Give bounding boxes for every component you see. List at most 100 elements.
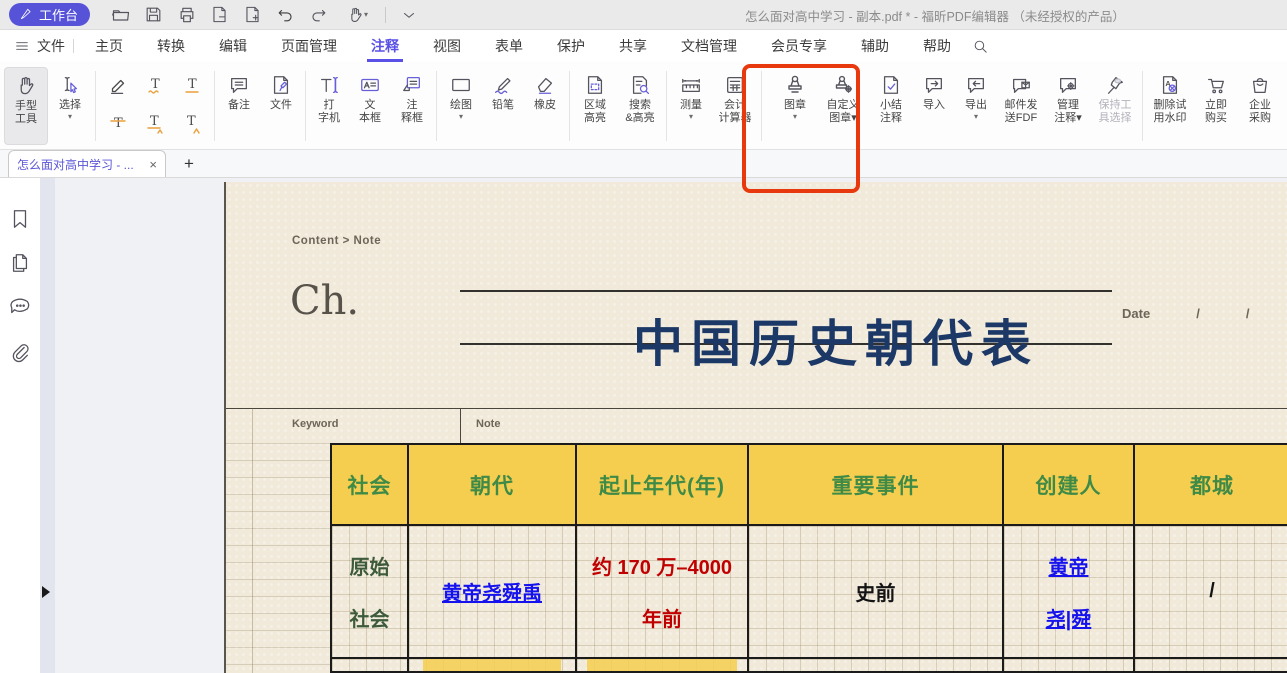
pencil-icon [492, 71, 514, 99]
menu-file[interactable]: 文件 [14, 36, 65, 56]
events-text: 史前 [856, 577, 896, 606]
navigation-rail [0, 178, 40, 673]
menu-form[interactable]: 表单 [491, 30, 527, 62]
email-fdf-label: 邮件发 送FDF [1005, 99, 1038, 125]
save-icon[interactable] [143, 4, 164, 25]
svg-text:T: T [188, 77, 197, 92]
pencil-button[interactable]: 铅笔 [482, 67, 524, 145]
header-society: 社会 [332, 445, 409, 524]
society-line1: 原始 [350, 551, 390, 580]
summary-notes-button[interactable]: 小结 注释 [869, 67, 913, 145]
title-rule-top [460, 290, 1112, 292]
remove-trial-watermark-button[interactable]: A 删除试 用水印 [1146, 67, 1194, 145]
tab-close-icon[interactable]: × [149, 157, 157, 172]
menu-share[interactable]: 共享 [615, 30, 651, 62]
menu-page-management[interactable]: 页面管理 [277, 30, 341, 62]
area-highlight-button[interactable]: 区域 高亮 [573, 67, 617, 145]
typewriter-button[interactable]: 打 字机 [309, 67, 349, 145]
open-folder-icon[interactable] [110, 4, 131, 25]
underline-text-icon[interactable]: T [173, 70, 210, 101]
menu-view[interactable]: 视图 [429, 30, 465, 62]
menu-home[interactable]: 主页 [91, 30, 127, 62]
eraser-button[interactable]: 橡皮 [524, 67, 566, 145]
stamp-button[interactable]: 图章 ▾ [773, 67, 817, 145]
custom-stamp-button[interactable]: 自定义 图章▾ [817, 67, 869, 145]
menu-edit[interactable]: 编辑 [215, 30, 251, 62]
hand-tool-button[interactable]: 手型 工具 [4, 67, 48, 145]
cell-capital: / [1135, 526, 1287, 657]
doc-check-icon [880, 71, 902, 99]
search-highlight-button[interactable]: 搜索 &高亮 [617, 67, 663, 145]
stamp-label: 图章 [784, 99, 806, 112]
buy-now-button[interactable]: 立即 购买 [1194, 67, 1238, 145]
hand-pointer-dropdown-icon[interactable]: ▾ [341, 4, 373, 25]
email-fdf-button[interactable]: 邮件发 送FDF [997, 67, 1045, 145]
textbox-icon [359, 71, 381, 99]
partial-cell [409, 659, 577, 671]
date-slash-2: / [1246, 306, 1250, 321]
file-attachment-button[interactable]: 文件 [260, 67, 302, 145]
header-capital: 都城 [1135, 445, 1287, 524]
menu-convert[interactable]: 转换 [153, 30, 189, 62]
founder-link-1[interactable]: 黄帝 [1049, 551, 1089, 580]
redo-icon[interactable] [308, 4, 329, 25]
mail-bubble-icon [1010, 71, 1032, 99]
stamp-caret: ▾ [793, 113, 797, 121]
comments-icon[interactable] [9, 296, 31, 318]
note-button[interactable]: 备注 [218, 67, 260, 145]
manage-notes-button[interactable]: 管理 注释▾ [1045, 67, 1091, 145]
bookmark-icon[interactable] [9, 208, 31, 230]
pages-icon[interactable] [9, 252, 31, 274]
menu-comment[interactable]: 注释 [367, 30, 403, 62]
strikeout-text-icon[interactable]: T [99, 108, 136, 139]
area-highlight-label: 区域 高亮 [584, 99, 606, 125]
export-label: 导出 [965, 99, 987, 112]
watermark-remove-icon: A [1159, 71, 1181, 99]
highlight-strip [587, 659, 737, 671]
manage-bubble-gear-icon [1057, 71, 1079, 99]
attachment-icon[interactable] [9, 342, 31, 364]
keep-tool-selected-button[interactable]: 保持工 具选择 [1091, 67, 1139, 145]
enterprise-purchase-button[interactable]: 企业 采购 [1238, 67, 1282, 145]
new-tab-button[interactable]: + [184, 154, 194, 177]
accounting-calculator-button[interactable]: 会计 计算器 [712, 67, 758, 145]
highlight-text-icon[interactable] [99, 70, 136, 101]
workspace-button[interactable]: 工作台 [9, 3, 90, 26]
select-cursor-icon [59, 71, 81, 99]
export-button[interactable]: 导出 ▾ [955, 67, 997, 145]
drawing-caret: ▾ [459, 113, 463, 121]
textbox-button[interactable]: 文 本框 [349, 67, 391, 145]
manage-notes-label: 管理 注释▾ [1054, 99, 1082, 125]
export-page-icon[interactable] [209, 4, 230, 25]
svg-text:T: T [150, 114, 159, 129]
dynasty-table: 社会 朝代 起止年代(年) 重要事件 创建人 都城 原始 社会 黄帝尧舜禹 [330, 443, 1287, 673]
founder-link-2[interactable]: 尧|舜 [1046, 603, 1092, 632]
print-icon[interactable] [176, 4, 197, 25]
import-button[interactable]: 导入 [913, 67, 955, 145]
header-events: 重要事件 [749, 445, 1004, 524]
menu-doc-management[interactable]: 文档管理 [677, 30, 741, 62]
squiggly-underline-icon[interactable]: T [136, 70, 173, 101]
menu-member-exclusive[interactable]: 会员专享 [767, 30, 831, 62]
menu-protect[interactable]: 保护 [553, 30, 589, 62]
insert-text-icon[interactable]: T [173, 108, 210, 139]
undo-icon[interactable] [275, 4, 296, 25]
callout-button[interactable]: 注 释框 [391, 67, 433, 145]
panel-expand-arrow[interactable] [42, 586, 50, 598]
ribbon-divider [95, 71, 96, 141]
measure-button[interactable]: 测量 ▾ [670, 67, 712, 145]
dynasty-link[interactable]: 黄帝尧舜禹 [442, 577, 542, 606]
eraser-icon [534, 71, 556, 99]
search-icon[interactable] [970, 36, 991, 57]
callout-icon [401, 71, 423, 99]
collapse-ribbon-chevron-icon[interactable] [398, 4, 419, 25]
select-button[interactable]: 选择 ▾ [48, 67, 92, 145]
document-workspace: Content > Note Ch. 中国历史朝代表 Date / / Keyw… [0, 178, 1287, 673]
drawing-button[interactable]: 绘图 ▾ [440, 67, 482, 145]
document-tab[interactable]: 怎么面对高中学习 - ... × [8, 150, 166, 177]
menu-help[interactable]: 帮助 [919, 30, 955, 62]
replace-text-icon[interactable]: T [136, 108, 173, 139]
hamburger-icon [14, 38, 30, 54]
new-page-icon[interactable] [242, 4, 263, 25]
menu-accessibility[interactable]: 辅助 [857, 30, 893, 62]
